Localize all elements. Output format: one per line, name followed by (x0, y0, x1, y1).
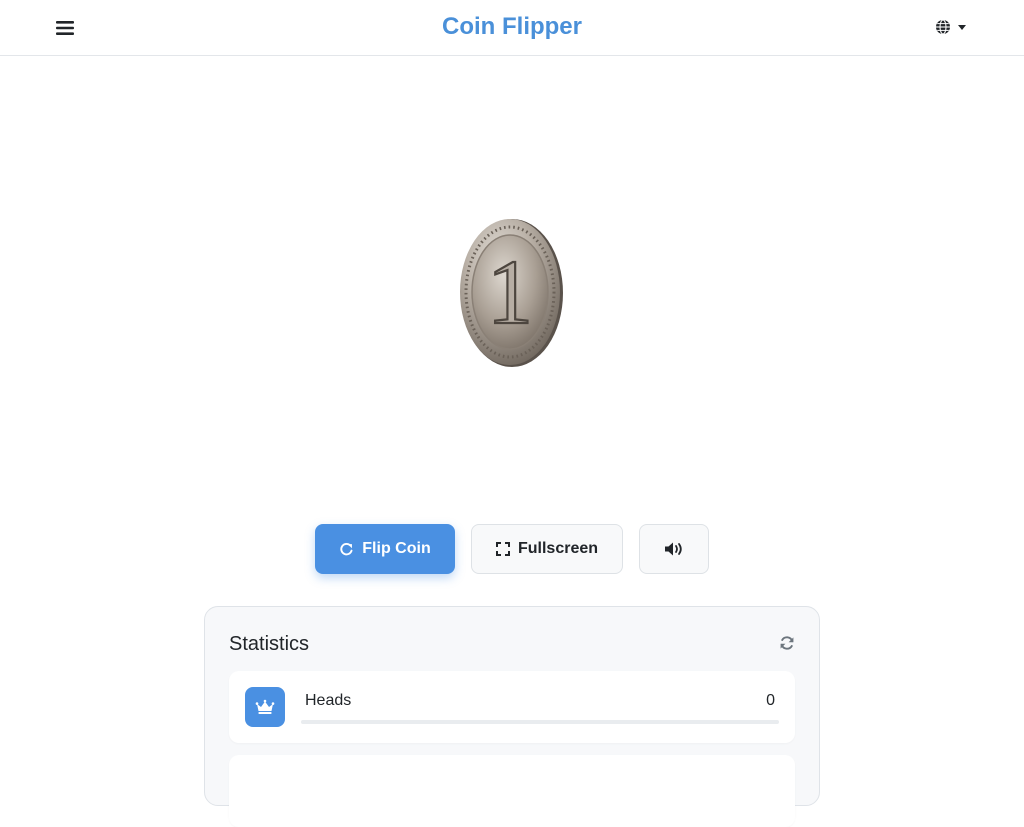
crown-icon (255, 699, 275, 714)
chevron-down-icon (957, 24, 966, 30)
heads-label: Heads (305, 692, 352, 709)
heads-count: 0 (766, 692, 775, 709)
volume-icon (664, 542, 682, 556)
flip-coin-button[interactable]: Flip Coin (315, 524, 455, 574)
language-dropdown[interactable] (928, 14, 972, 40)
refresh-icon (780, 636, 794, 650)
coin-face-text: 1 (487, 241, 533, 343)
menu-button[interactable] (50, 14, 80, 42)
fullscreen-label: Fullscreen (517, 540, 599, 557)
app-title-container: Coin Flipper (0, 13, 1024, 41)
rotate-icon (340, 542, 353, 555)
hamburger-menu-icon (56, 21, 74, 35)
heads-progress-bar (301, 720, 779, 724)
statistics-title: Statistics (229, 633, 310, 655)
reset-statistics-button[interactable] (777, 633, 797, 653)
globe-icon (935, 19, 950, 35)
sound-toggle-button[interactable] (639, 524, 709, 574)
flip-coin-label: Flip Coin (362, 540, 431, 557)
app-title[interactable]: Coin Flipper (442, 13, 582, 40)
navbar: Coin Flipper (0, 0, 1024, 56)
heads-icon-badge (245, 687, 285, 727)
coin[interactable]: 1 (456, 214, 568, 372)
expand-icon (495, 542, 510, 556)
statistics-card: Statistics Heads 0 (204, 606, 820, 827)
coin-image: 1 (460, 219, 563, 367)
fullscreen-button[interactable]: Fullscreen (471, 524, 623, 574)
next-stat-row (229, 755, 795, 827)
heads-stat-row: Heads 0 (229, 671, 795, 743)
